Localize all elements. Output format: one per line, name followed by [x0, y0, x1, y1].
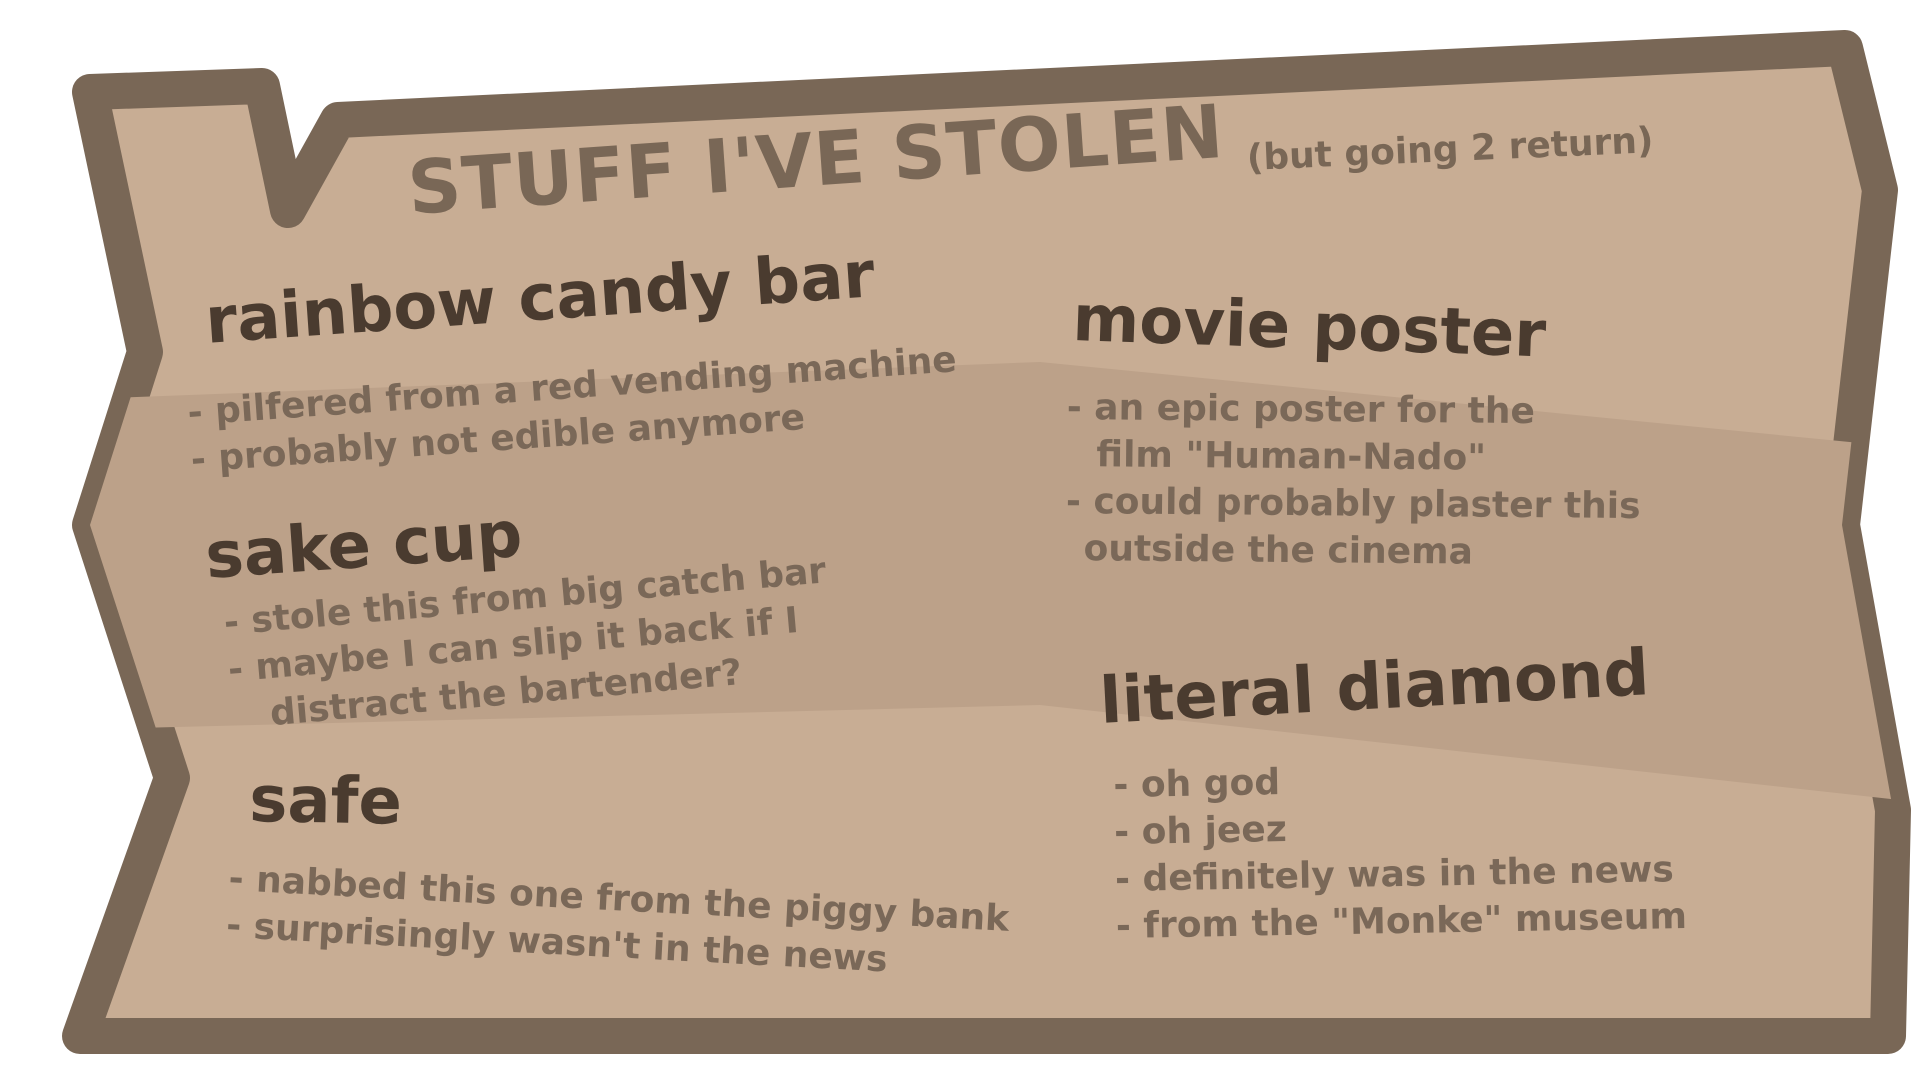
item-note: - could probably plaster this	[1065, 480, 1641, 528]
item-note: - from the "Monke" museum	[1115, 896, 1688, 947]
item-notes: - oh god - oh jeez - definitely was in t…	[1113, 752, 1687, 950]
item-note: outside the cinema	[1083, 528, 1474, 573]
item-notes: - an epic poster for the film "Human-Nad…	[1065, 384, 1641, 577]
item-note: - an epic poster for the	[1066, 386, 1536, 433]
item-heading: safe	[248, 763, 403, 840]
item-note: film "Human-Nado"	[1096, 434, 1487, 479]
